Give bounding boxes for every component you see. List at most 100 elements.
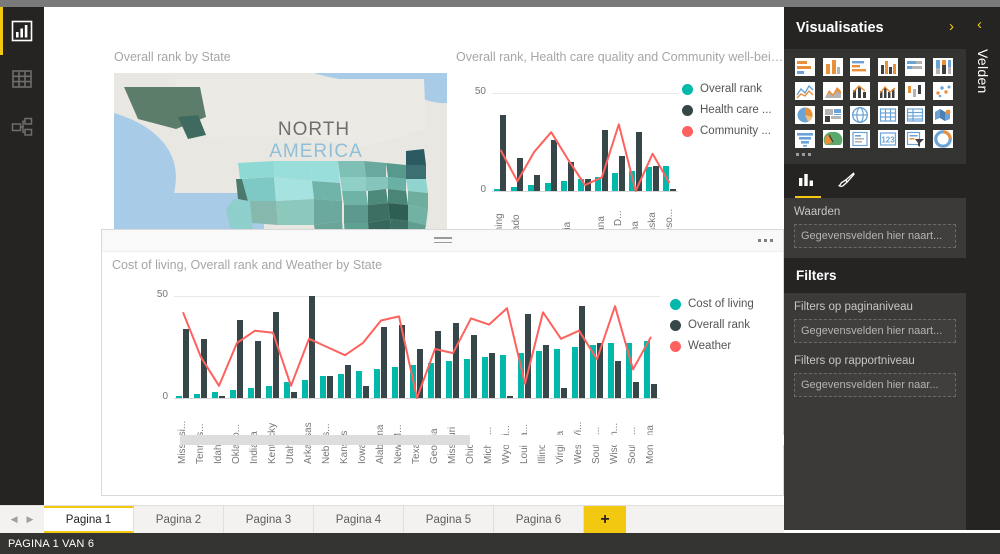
values-dropzone[interactable]: Gegevensvelden hier naart...	[794, 224, 956, 248]
triangle-left-icon[interactable]: ◀	[11, 514, 18, 525]
legend-item[interactable]: Community ...	[682, 125, 772, 137]
report-canvas[interactable]: Overall rank by State NORTH AMERICA Over…	[44, 7, 794, 505]
chart-bar[interactable]	[373, 369, 381, 398]
chart-bar[interactable]	[453, 322, 460, 398]
legend-item[interactable]: Cost of living	[670, 298, 754, 310]
chart-bar[interactable]	[579, 306, 586, 398]
chart-bar[interactable]	[585, 179, 591, 191]
chart-bar[interactable]	[417, 349, 424, 398]
funnel-icon[interactable]	[794, 129, 816, 149]
chart-bar[interactable]	[561, 387, 568, 398]
chart-bar[interactable]	[551, 140, 558, 191]
chart-bar[interactable]	[327, 375, 334, 398]
fields-tab[interactable]	[795, 172, 821, 198]
chart-bar[interactable]	[291, 391, 298, 398]
chart-bar[interactable]	[363, 385, 370, 398]
slicer-icon[interactable]	[904, 129, 926, 149]
chart-bar[interactable]	[595, 177, 602, 191]
chart-bar[interactable]	[409, 365, 417, 398]
page-tab[interactable]: Pagina 3	[224, 506, 314, 533]
gauge-icon[interactable]	[822, 129, 844, 149]
chart-bar[interactable]	[578, 179, 585, 191]
visual-combo-bottom[interactable]: Cost of living, Overall rank and Weather…	[101, 229, 794, 496]
chart-bar[interactable]	[652, 165, 659, 191]
chart-bar[interactable]	[517, 157, 524, 191]
chart-bar[interactable]	[633, 381, 640, 398]
more-visuals-ellipsis-icon[interactable]	[794, 149, 956, 160]
visualization-type-grid[interactable]: 123	[794, 57, 956, 149]
page-tab[interactable]: Pagina 5	[404, 506, 494, 533]
table-icon[interactable]	[904, 105, 926, 125]
page-tab[interactable]: Pagina 1	[44, 506, 134, 533]
chart-bar[interactable]	[175, 395, 183, 398]
chart-bar[interactable]	[481, 357, 489, 398]
chart-bar[interactable]	[381, 326, 388, 398]
chart-bar[interactable]	[553, 349, 561, 398]
chart-bar[interactable]	[571, 347, 579, 398]
rail-item-model-view[interactable]	[0, 103, 44, 151]
visual-header-bar[interactable]	[102, 230, 783, 252]
chart-bar[interactable]	[201, 338, 208, 398]
chart-bar[interactable]	[237, 320, 244, 398]
legend-item[interactable]: Overall rank	[670, 319, 754, 331]
chart-bar[interactable]	[544, 183, 551, 191]
chart-bar[interactable]	[493, 189, 500, 191]
chart-bar[interactable]	[534, 175, 541, 191]
chart-bar[interactable]	[283, 381, 291, 398]
map-icon[interactable]	[849, 105, 871, 125]
chart-horizontal-scrollbar[interactable]	[174, 435, 794, 445]
chart-legend-top[interactable]: Overall rank Health care ... Community ...	[682, 83, 772, 146]
chart-bar[interactable]	[510, 187, 517, 191]
chart-bar[interactable]	[500, 114, 507, 191]
page-filters-dropzone[interactable]: Gegevensvelden hier naart...	[794, 319, 956, 343]
page-tab[interactable]: Pagina 4	[314, 506, 404, 533]
line-stacked-column-chart-icon[interactable]	[849, 81, 871, 101]
chart-bar[interactable]	[589, 344, 597, 398]
chart-bar[interactable]	[463, 359, 471, 398]
legend-item[interactable]: Health care ...	[682, 104, 772, 116]
chart-bar[interactable]	[597, 342, 604, 398]
rail-item-report-view[interactable]	[0, 7, 44, 55]
chart-bar[interactable]	[345, 365, 352, 398]
chart-bar[interactable]	[525, 314, 532, 398]
stacked-bar-chart-icon[interactable]	[794, 57, 816, 77]
chart-bar[interactable]	[646, 167, 653, 191]
chart-bar[interactable]	[517, 353, 525, 398]
chart-bar[interactable]	[337, 373, 345, 398]
treemap-icon[interactable]	[822, 105, 844, 125]
chart-bar[interactable]	[635, 132, 642, 191]
chart-legend-bottom[interactable]: Cost of living Overall rank Weather	[670, 298, 754, 361]
chart-bar[interactable]	[247, 387, 255, 398]
tab-navigation-arrows[interactable]: ◀ ▶	[0, 506, 44, 533]
line-clustered-column-chart-icon[interactable]	[877, 81, 899, 101]
clustered-bar-chart-icon[interactable]	[849, 57, 871, 77]
chart-bar[interactable]	[355, 371, 363, 398]
matrix-icon[interactable]	[877, 105, 899, 125]
chart-bar[interactable]	[507, 395, 514, 398]
chart-bar[interactable]	[211, 391, 219, 398]
rail-item-data-view[interactable]	[0, 55, 44, 103]
chart-bar[interactable]	[301, 379, 309, 398]
chart-bar[interactable]	[651, 383, 658, 398]
chart-bar[interactable]	[427, 363, 435, 398]
chart-bar[interactable]	[489, 353, 496, 398]
chart-bar[interactable]	[527, 185, 534, 191]
legend-item[interactable]: Weather	[670, 340, 754, 352]
add-page-button[interactable]: +	[584, 506, 626, 533]
ribbon-chart-icon[interactable]	[904, 81, 926, 101]
clustered-column-chart-icon[interactable]	[877, 57, 899, 77]
stacked-column-chart-icon[interactable]	[822, 57, 844, 77]
chart-bar[interactable]	[618, 155, 625, 191]
drag-handle-icon[interactable]	[433, 237, 452, 244]
chart-bar[interactable]	[629, 171, 636, 191]
multi-row-card-icon[interactable]	[849, 129, 871, 149]
format-tab[interactable]	[837, 172, 855, 198]
scrollbar-thumb[interactable]	[180, 435, 470, 445]
chart-bar[interactable]	[193, 393, 201, 398]
chart-bar[interactable]	[612, 173, 619, 191]
fields-panel-collapsed[interactable]: ‹ Velden	[966, 7, 1000, 530]
chart-bar[interactable]	[229, 389, 237, 398]
chart-bar[interactable]	[309, 296, 316, 398]
chart-bar[interactable]	[643, 340, 651, 398]
chart-bar[interactable]	[319, 375, 327, 398]
